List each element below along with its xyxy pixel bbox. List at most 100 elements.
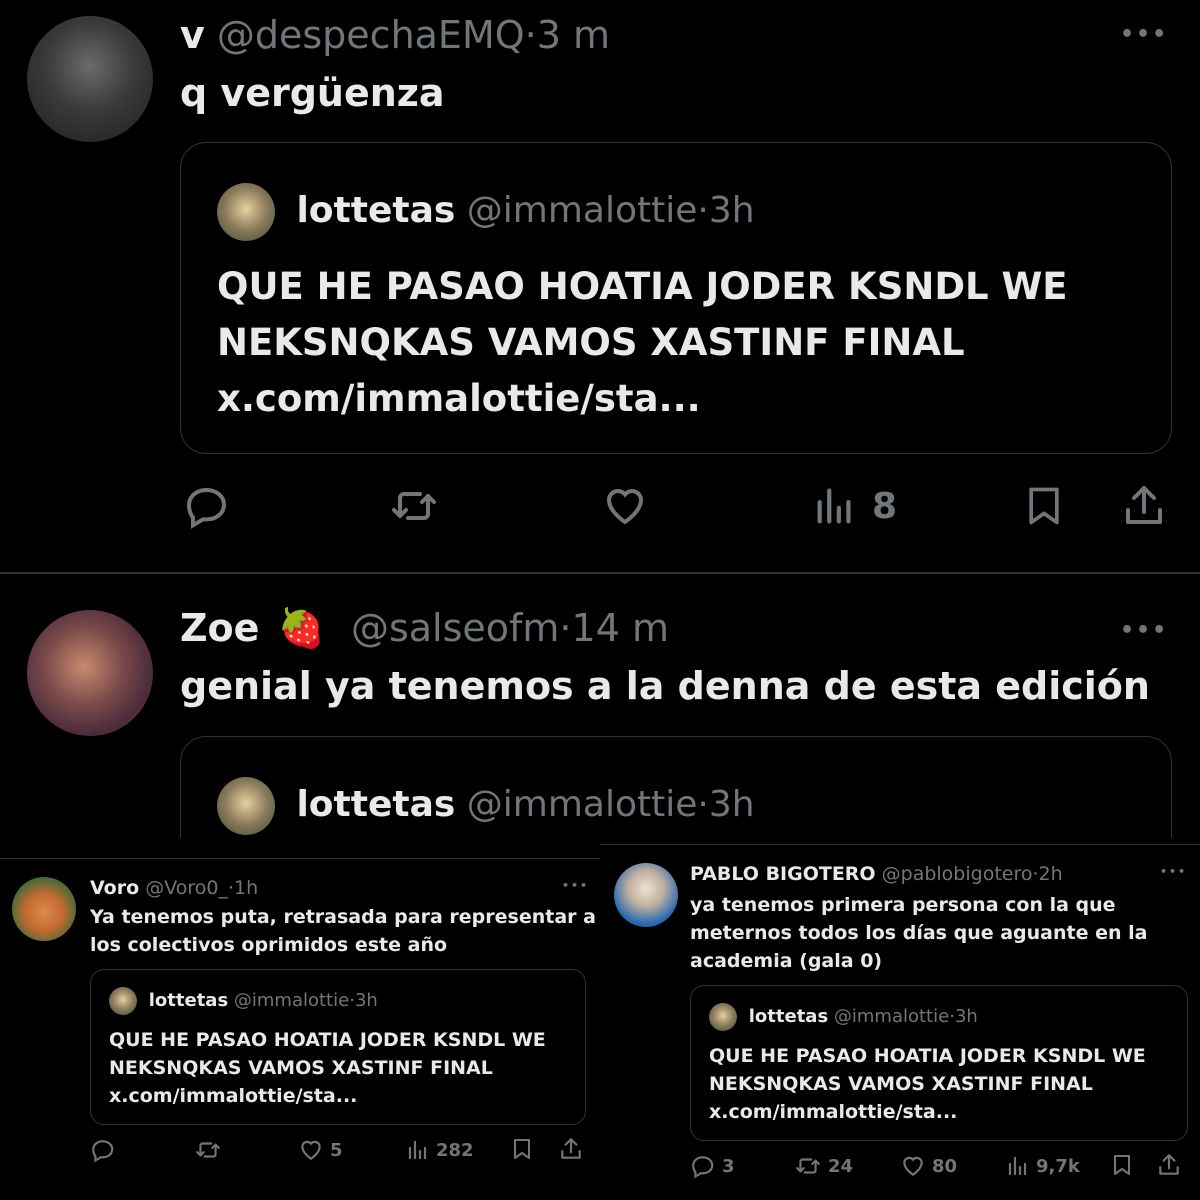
more-options-icon[interactable]: ••• bbox=[562, 879, 589, 892]
quoted-tweet-text: QUE HE PASAO HOATIA JODER KSNDL WE NEKSN… bbox=[709, 1042, 1146, 1126]
more-options-icon[interactable]: ••• bbox=[1120, 618, 1168, 643]
views-button[interactable]: 8 bbox=[812, 482, 897, 530]
tweet-voro[interactable]: Voro @Voro0_·1h ••• Ya tenemos puta, ret… bbox=[0, 858, 600, 1200]
like-count: 5 bbox=[330, 1139, 343, 1161]
reply-icon bbox=[92, 1140, 114, 1163]
separator-dot: · bbox=[559, 606, 572, 650]
repost-icon bbox=[392, 492, 436, 520]
repost-icon bbox=[796, 1158, 820, 1174]
avatar[interactable] bbox=[12, 877, 76, 941]
quoted-tweet[interactable]: lottetas @immalottie·3h bbox=[180, 736, 1172, 838]
like-button[interactable] bbox=[600, 482, 650, 530]
quoted-tweet-text: QUE HE PASAO HOATIA JODER KSNDL WE NEKSN… bbox=[217, 259, 1068, 427]
quoted-tweet[interactable]: lottetas @immalottie·3h QUE HE PASAO HOA… bbox=[690, 985, 1188, 1141]
quoted-tweet[interactable]: lottetas @immalottie·3h QUE HE PASAO HOA… bbox=[90, 969, 586, 1125]
quoted-timestamp: 3h bbox=[954, 1006, 978, 1027]
display-name[interactable]: Zoe bbox=[180, 606, 259, 650]
handle[interactable]: @Voro0_ bbox=[145, 877, 228, 899]
timestamp[interactable]: 3 m bbox=[537, 13, 610, 57]
views-icon bbox=[408, 1140, 427, 1160]
share-button[interactable] bbox=[1156, 1151, 1182, 1179]
reply-button[interactable] bbox=[182, 482, 232, 530]
tweet-header: PABLO BIGOTERO @pablobigotero·2h bbox=[690, 861, 1063, 887]
handle[interactable]: @pablobigotero bbox=[882, 863, 1033, 885]
tweet-header: Voro @Voro0_·1h bbox=[90, 875, 258, 901]
heart-icon bbox=[903, 1156, 923, 1176]
tweet-text: q vergüenza bbox=[180, 71, 445, 115]
tweet-header: Zoe 🍓 @salseofm·14 m bbox=[180, 604, 669, 652]
tweet-text-line: meternos todos los días que aguante en l… bbox=[690, 922, 1148, 944]
handle[interactable]: @salseofm bbox=[351, 606, 559, 650]
bookmark-icon bbox=[1114, 1155, 1130, 1175]
share-icon bbox=[1159, 1154, 1179, 1175]
handle[interactable]: @despechaEMQ bbox=[217, 13, 525, 57]
share-button[interactable] bbox=[558, 1135, 584, 1163]
quoted-handle: @immalottie bbox=[833, 1006, 950, 1027]
quoted-text-line: QUE HE PASAO HOATIA JODER KSNDL WE bbox=[217, 265, 1068, 308]
like-button[interactable]: 5 bbox=[298, 1137, 343, 1163]
tweet-text-line: los colectivos oprimidos este año bbox=[90, 934, 448, 956]
views-count: 282 bbox=[436, 1139, 474, 1161]
like-count: 80 bbox=[932, 1155, 958, 1177]
avatar[interactable] bbox=[614, 863, 678, 927]
quoted-timestamp: 3h bbox=[708, 190, 755, 231]
share-icon bbox=[561, 1138, 581, 1159]
reply-button[interactable] bbox=[90, 1137, 116, 1163]
quoted-tweet[interactable]: lottetas @immalottie·3h QUE HE PASAO HOA… bbox=[180, 142, 1172, 454]
repost-button[interactable]: 24 bbox=[794, 1153, 853, 1179]
display-name[interactable]: v bbox=[180, 13, 205, 57]
tweet-text-line: Ya tenemos puta, retrasada para represen… bbox=[90, 906, 596, 928]
quoted-handle: @immalottie bbox=[466, 784, 698, 825]
avatar[interactable] bbox=[27, 610, 153, 736]
quoted-timestamp: 3h bbox=[708, 784, 755, 825]
action-bar: 3 24 80 9,7k bbox=[690, 1151, 1190, 1181]
quoted-text-line: NEKSNQKAS VAMOS XASTINF FINAL bbox=[217, 321, 965, 364]
action-bar: 8 bbox=[180, 478, 1170, 534]
bookmark-button[interactable] bbox=[1110, 1151, 1134, 1179]
quoted-display-name: lottetas bbox=[748, 1006, 829, 1027]
reply-icon bbox=[186, 487, 227, 529]
bookmark-icon bbox=[514, 1139, 530, 1159]
tweet-text: genial ya tenemos a la denna de esta edi… bbox=[180, 664, 1150, 708]
timestamp[interactable]: 1h bbox=[234, 877, 258, 899]
quoted-display-name: lottetas bbox=[296, 190, 456, 231]
heart-icon bbox=[301, 1140, 321, 1160]
bookmark-button[interactable] bbox=[1022, 480, 1066, 532]
quoted-tweet-header: lottetas @immalottie·3h bbox=[217, 183, 755, 241]
views-button[interactable]: 282 bbox=[406, 1137, 474, 1163]
bookmark-button[interactable] bbox=[510, 1135, 534, 1163]
quoted-text-line: QUE HE PASAO HOATIA JODER KSNDL WE bbox=[709, 1045, 1146, 1067]
share-button[interactable] bbox=[1120, 480, 1168, 532]
timestamp[interactable]: 2h bbox=[1039, 863, 1063, 885]
quoted-text-line: QUE HE PASAO HOATIA JODER KSNDL WE bbox=[109, 1029, 546, 1051]
more-options-icon[interactable]: ••• bbox=[1160, 865, 1187, 878]
reply-count: 3 bbox=[722, 1155, 735, 1177]
tweet-pablo[interactable]: PABLO BIGOTERO @pablobigotero·2h ••• ya … bbox=[600, 844, 1200, 1200]
quoted-link[interactable]: x.com/immalottie/sta... bbox=[109, 1082, 546, 1110]
views-count: 9,7k bbox=[1036, 1155, 1080, 1177]
tweet-despecha[interactable]: v @despechaEMQ·3 m ••• q vergüenza lotte… bbox=[0, 0, 1200, 570]
avatar[interactable] bbox=[27, 16, 153, 142]
like-button[interactable]: 80 bbox=[900, 1153, 957, 1179]
quoted-avatar bbox=[217, 777, 275, 835]
separator-dot: · bbox=[524, 13, 537, 57]
tweet-text-line: ya tenemos primera persona con la que bbox=[690, 894, 1116, 916]
separator-dot: · bbox=[697, 190, 709, 231]
repost-button[interactable] bbox=[194, 1137, 222, 1163]
tweet-zoe[interactable]: Zoe 🍓 @salseofm·14 m ••• genial ya tenem… bbox=[0, 574, 1200, 838]
display-name[interactable]: PABLO BIGOTERO bbox=[690, 863, 876, 885]
reply-button[interactable]: 3 bbox=[690, 1153, 735, 1179]
views-button[interactable]: 9,7k bbox=[1006, 1153, 1080, 1179]
quoted-link[interactable]: x.com/immalottie/sta... bbox=[709, 1098, 1146, 1126]
tweet-header: v @despechaEMQ·3 m bbox=[180, 12, 610, 58]
repost-button[interactable] bbox=[388, 482, 440, 530]
repost-icon bbox=[196, 1142, 220, 1158]
more-options-icon[interactable]: ••• bbox=[1120, 22, 1168, 47]
quoted-handle: @immalottie bbox=[466, 190, 698, 231]
quoted-tweet-header: lottetas @immalottie·3h bbox=[217, 777, 755, 835]
quoted-link[interactable]: x.com/immalottie/sta... bbox=[217, 371, 1068, 427]
separator-dot: · bbox=[697, 784, 709, 825]
display-name[interactable]: Voro bbox=[90, 877, 139, 899]
timestamp[interactable]: 14 m bbox=[572, 606, 669, 650]
quoted-handle: @immalottie bbox=[233, 990, 350, 1011]
